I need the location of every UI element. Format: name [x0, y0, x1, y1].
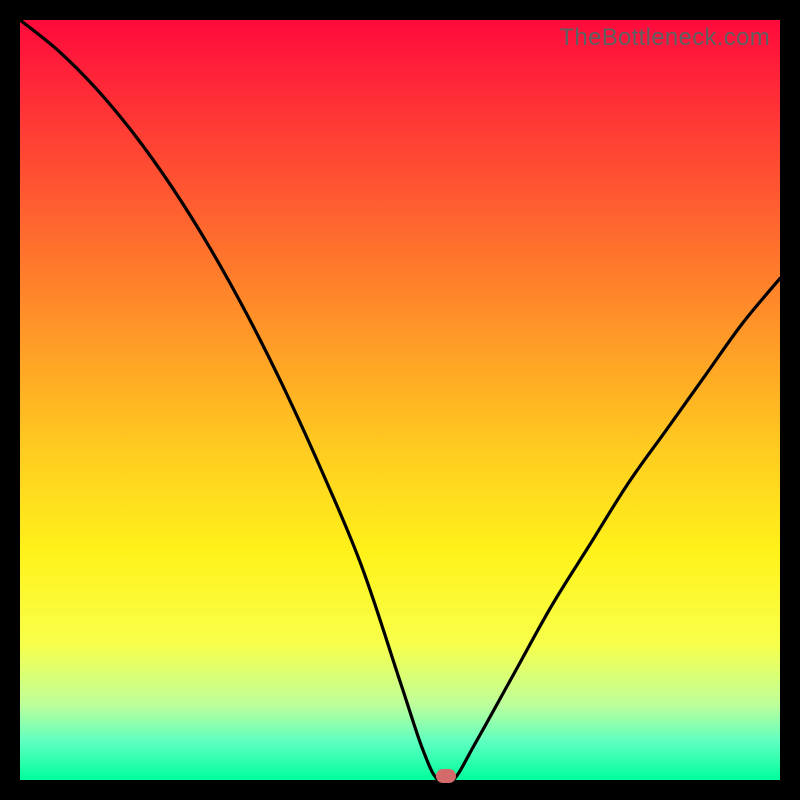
optimum-marker [436, 769, 456, 783]
bottleneck-curve [20, 20, 780, 780]
curve-svg [20, 20, 780, 780]
plot-area: TheBottleneck.com [20, 20, 780, 780]
chart-frame: TheBottleneck.com [0, 0, 800, 800]
